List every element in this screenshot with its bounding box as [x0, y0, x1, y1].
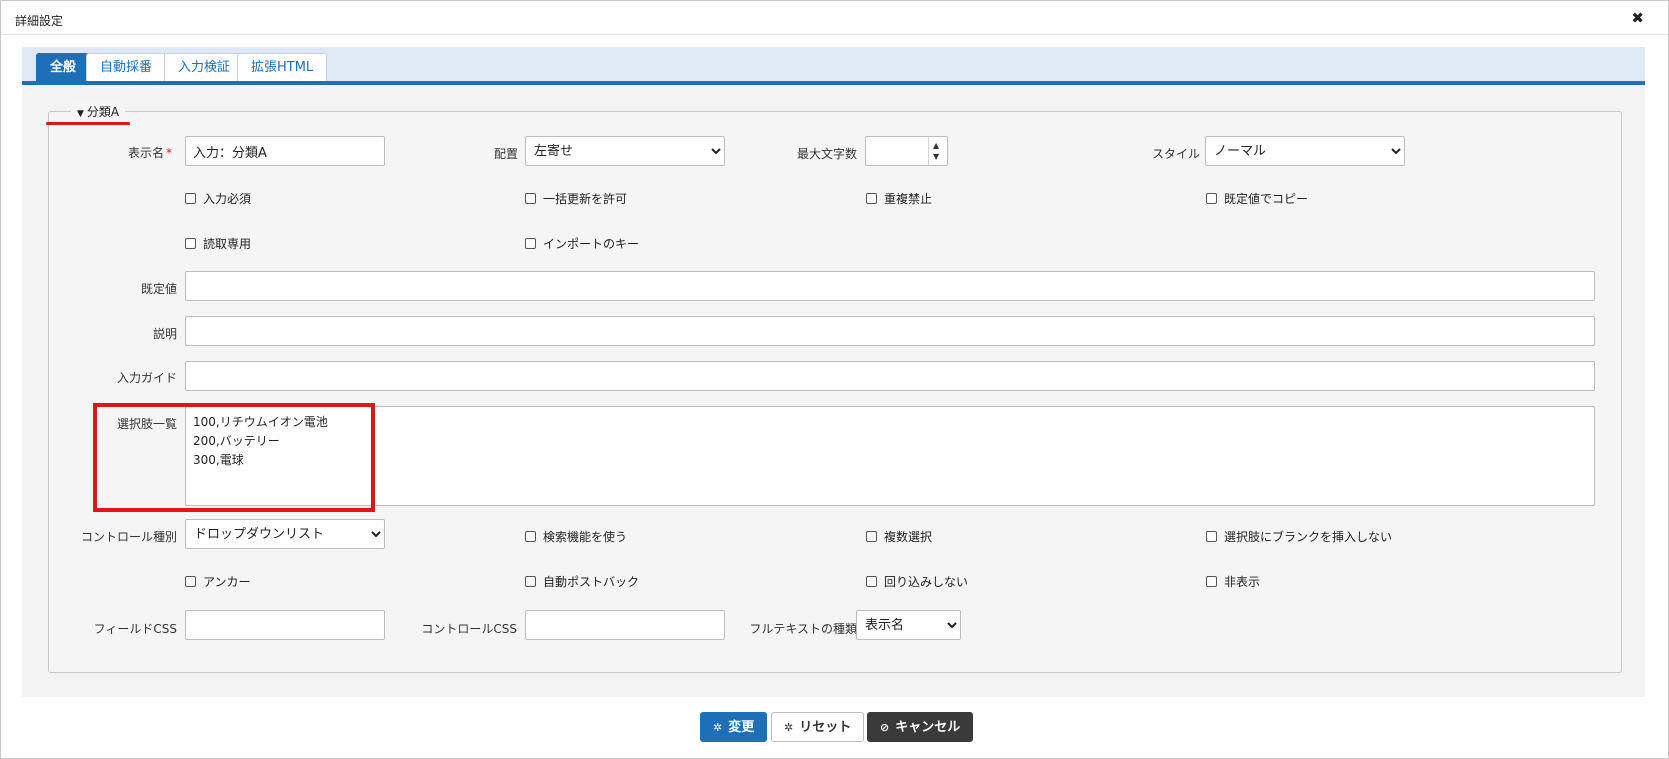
- checkbox-multiple-select[interactable]: 複数選択: [866, 528, 932, 545]
- checkbox-label: 一括更新を許可: [543, 192, 628, 206]
- checkbox-box[interactable]: [866, 193, 877, 204]
- checkbox-no-wrap[interactable]: 回り込みしない: [866, 573, 968, 590]
- tab-auto-numbering[interactable]: 自動採番: [86, 53, 167, 81]
- tab-extended-html[interactable]: 拡張HTML: [237, 53, 328, 81]
- style-select[interactable]: ノーマル: [1205, 136, 1405, 166]
- display-name-input[interactable]: [185, 136, 385, 166]
- checkbox-auto-postback[interactable]: 自動ポストバック: [525, 573, 639, 590]
- cancel-button[interactable]: ⊘ キャンセル: [867, 712, 974, 742]
- checkbox-label: 入力必須: [203, 192, 252, 206]
- spin-up-icon[interactable]: ▲: [933, 142, 939, 150]
- choices-label: 選択肢一覧: [116, 417, 177, 431]
- ban-icon: ⊘: [880, 721, 890, 734]
- checkbox-box[interactable]: [185, 576, 196, 587]
- display-name-label: 表示名 *: [100, 144, 172, 161]
- checkbox-label: 複数選択: [884, 530, 933, 544]
- update-button[interactable]: ✲ 変更: [700, 712, 768, 742]
- section-legend-label: 分類A: [86, 105, 120, 119]
- update-button-label: 変更: [728, 720, 755, 735]
- checkbox-label: 読取専用: [203, 237, 252, 251]
- checkbox-no-blank-choice[interactable]: 選択肢にブランクを挿入しない: [1206, 528, 1392, 545]
- checkbox-box[interactable]: [185, 193, 196, 204]
- gear-icon: ✲: [713, 721, 723, 734]
- checkbox-box[interactable]: [525, 193, 536, 204]
- checkbox-box[interactable]: [1206, 193, 1217, 204]
- max-length-label: 最大文字数: [796, 147, 857, 161]
- checkbox-read-only[interactable]: 読取専用: [185, 235, 251, 252]
- checkbox-label: 回り込みしない: [884, 575, 969, 589]
- alignment-label: 配置: [493, 147, 518, 161]
- checkbox-label: 重複禁止: [884, 192, 933, 206]
- field-css-label: フィールドCSS: [93, 622, 177, 636]
- section-legend[interactable]: ▼ 分類A: [71, 103, 126, 120]
- checkbox-label: インポートのキー: [543, 237, 640, 251]
- tab-input-validation[interactable]: 入力検証: [164, 53, 245, 81]
- checkbox-required[interactable]: 入力必須: [185, 190, 251, 207]
- checkbox-label: 自動ポストバック: [543, 575, 640, 589]
- checkbox-box[interactable]: [525, 576, 536, 587]
- control-type-select[interactable]: ドロップダウンリスト: [185, 519, 385, 549]
- control-css-input[interactable]: [525, 610, 725, 640]
- required-mark: *: [166, 146, 172, 160]
- checkbox-import-key[interactable]: インポートのキー: [525, 235, 639, 252]
- checkbox-box[interactable]: [525, 238, 536, 249]
- tab-general[interactable]: 全般: [36, 53, 91, 81]
- checkbox-no-duplicates[interactable]: 重複禁止: [866, 190, 932, 207]
- checkbox-box[interactable]: [1206, 531, 1217, 542]
- control-css-label: コントロールCSS: [421, 622, 517, 636]
- checkbox-hidden[interactable]: 非表示: [1206, 573, 1260, 590]
- legend-underline-highlight: [46, 122, 130, 125]
- reset-button-label: リセット: [799, 720, 852, 735]
- input-guide-input[interactable]: [185, 361, 1595, 391]
- dialog-title: 詳細設定: [15, 14, 64, 28]
- style-label: スタイル: [1151, 147, 1200, 161]
- display-name-label-text: 表示名: [127, 146, 164, 160]
- checkbox-box[interactable]: [525, 531, 536, 542]
- max-length-spinner[interactable]: ▲ ▼: [865, 136, 948, 166]
- choices-textarea[interactable]: 100,リチウムイオン電池 200,バッテリー 300,電球: [185, 406, 1595, 506]
- checkbox-allow-bulk-update[interactable]: 一括更新を許可: [525, 190, 627, 207]
- section-fieldset: ▼ 分類A: [48, 103, 1622, 673]
- default-value-input[interactable]: [185, 271, 1595, 301]
- tab-strip: 全般 自動採番 入力検証 拡張HTML: [22, 47, 1645, 85]
- description-input[interactable]: [185, 316, 1595, 346]
- cancel-button-label: キャンセル: [895, 720, 961, 735]
- spin-down-icon[interactable]: ▼: [933, 153, 939, 161]
- checkbox-copy-default[interactable]: 既定値でコピー: [1206, 190, 1308, 207]
- control-type-label: コントロール種別: [80, 530, 177, 544]
- checkbox-anchor[interactable]: アンカー: [185, 573, 251, 590]
- fulltext-type-label: フルテキストの種類: [749, 622, 857, 636]
- checkbox-box[interactable]: [866, 576, 877, 587]
- checkbox-label: 既定値でコピー: [1224, 192, 1309, 206]
- checkbox-box[interactable]: [866, 531, 877, 542]
- checkbox-box[interactable]: [185, 238, 196, 249]
- reset-button[interactable]: ✲ リセット: [771, 712, 865, 742]
- caret-down-icon: ▼: [77, 109, 84, 119]
- description-label: 説明: [152, 327, 177, 341]
- checkbox-box[interactable]: [1206, 576, 1217, 587]
- checkbox-label: 非表示: [1224, 575, 1261, 589]
- checkbox-use-search[interactable]: 検索機能を使う: [525, 528, 627, 545]
- fulltext-type-select[interactable]: 表示名: [856, 610, 961, 640]
- alignment-select[interactable]: 左寄せ: [525, 136, 725, 166]
- checkbox-label: アンカー: [203, 575, 251, 589]
- dialog-titlebar: 詳細設定 ✖: [1, 1, 1668, 35]
- input-guide-label: 入力ガイド: [116, 371, 177, 385]
- field-css-input[interactable]: [185, 610, 385, 640]
- close-icon[interactable]: ✖: [1631, 9, 1644, 27]
- gear-icon: ✲: [784, 721, 794, 734]
- default-value-label: 既定値: [140, 282, 177, 296]
- checkbox-label: 選択肢にブランクを挿入しない: [1224, 530, 1393, 544]
- spinner-buttons[interactable]: ▲ ▼: [928, 137, 947, 165]
- checkbox-label: 検索機能を使う: [543, 530, 628, 544]
